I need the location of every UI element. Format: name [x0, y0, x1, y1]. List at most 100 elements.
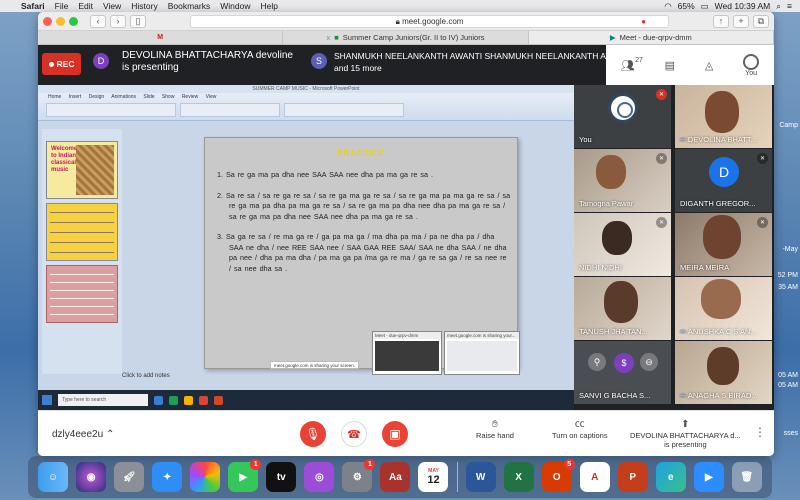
shared-screen: SUMMER CAMP MUSIC - Microsoft PowerPoint… — [38, 85, 574, 410]
menu-history[interactable]: History — [126, 1, 162, 11]
apple-tv-icon[interactable]: tv — [266, 462, 297, 492]
tab-gmail[interactable]: M — [38, 31, 284, 44]
clock[interactable]: Wed 10:39 AM — [715, 1, 771, 11]
tab-summer-camp[interactable]: x ■ Summer Camp Juniors(Gr. II to IV) Ju… — [283, 31, 529, 44]
mic-toggle-button[interactable]: 🎙︎ — [300, 421, 326, 447]
thumb-line — [50, 290, 114, 291]
presenter-info: DEVOLINA BHATTACHARYA devoline is presen… — [122, 50, 293, 74]
battery-percent[interactable]: 65% — [678, 1, 695, 11]
participant-tile[interactable]: TANUSH JHA TAN... — [574, 277, 671, 340]
participant-tile[interactable]: Tamogna Pawar ✕ — [574, 149, 671, 212]
close-window-icon[interactable] — [43, 16, 52, 26]
slide-thumb-2[interactable] — [46, 203, 118, 261]
menu-help[interactable]: Help — [255, 1, 282, 11]
more-options-icon[interactable]: ⋮ — [754, 425, 766, 439]
raise-hand-button[interactable]: ✋︎ Raise hand — [476, 420, 514, 441]
slide-thumb-3[interactable] — [46, 265, 118, 323]
notes-pane[interactable]: Click to add notes — [122, 373, 170, 379]
podcasts-icon[interactable]: ◎ — [304, 462, 335, 492]
desktop-label: Camp — [779, 122, 798, 129]
edge-icon[interactable]: e — [655, 462, 686, 492]
participant-names: SHANMUKH NEELANKANTH AWANTI SHANMUKH NEE… — [334, 51, 621, 61]
menu-window[interactable]: Window — [215, 1, 255, 11]
participant-name: NIDHI NIDHI — [579, 263, 622, 272]
participant-video — [604, 281, 638, 323]
chat-button[interactable]: ▤ — [665, 59, 675, 72]
trash-icon[interactable]: 🗑︎ — [731, 462, 762, 492]
calendar-icon[interactable]: MAY 12 — [418, 462, 449, 492]
wifi-icon[interactable]: ◠ — [664, 1, 671, 12]
tab-close-icon[interactable]: x — [326, 33, 330, 42]
menu-app[interactable]: Safari — [16, 1, 50, 11]
presenter-status: is presenting — [122, 62, 179, 73]
address-bar[interactable]: 🔒︎ meet.google.com ● — [190, 14, 669, 28]
siri-icon[interactable]: ◉ — [76, 462, 107, 492]
leave-call-button[interactable]: ☎︎ — [341, 421, 367, 447]
control-center-icon[interactable]: ≡ — [787, 1, 792, 11]
chevron-up-icon: ⌃ — [105, 429, 115, 440]
tab-meet[interactable]: ▶ Meet - due-qrpv-dmm — [528, 31, 774, 44]
people-button[interactable]: 👥︎ 27 — [621, 57, 643, 72]
participant-tile[interactable]: ⚲ $ ⊖ SANVI G BACHA S... — [574, 341, 671, 404]
taskbar-app-icon[interactable] — [199, 395, 208, 405]
windows-start-icon[interactable] — [42, 395, 52, 405]
people-count: 27 — [635, 56, 643, 64]
system-preferences-icon[interactable]: ⚙ 1 — [342, 459, 376, 492]
self-view[interactable]: You — [743, 53, 760, 77]
facetime-icon[interactable]: ▶ 1 — [228, 459, 262, 492]
new-tab-icon[interactable]: + — [733, 14, 749, 28]
meeting-code[interactable]: dzly4eee2u ⌃ — [52, 429, 114, 440]
sidebar-icon[interactable]: ▯ — [130, 14, 146, 28]
menu-bookmarks[interactable]: Bookmarks — [163, 1, 216, 11]
participant-tile[interactable]: ••• ANAGHA S BIRAD... — [675, 341, 772, 404]
minimize-window-icon[interactable] — [56, 16, 65, 26]
launchpad-icon[interactable]: 🚀︎ — [114, 462, 145, 492]
participant-tile[interactable]: MEIRA MEIRA ✕ — [675, 213, 772, 276]
activities-button[interactable]: ◬ — [705, 59, 713, 72]
word-icon[interactable]: W — [465, 462, 496, 492]
participant-tile[interactable]: NIDHI NIDHI ✕ — [574, 213, 671, 276]
office-icon[interactable]: O5 — [541, 459, 575, 492]
tab-overview-icon[interactable]: ⧉ — [753, 14, 769, 28]
acrobat-icon[interactable]: A — [579, 462, 610, 492]
search-icon[interactable]: ⌕ — [776, 1, 781, 12]
taskbar-app-icon[interactable] — [154, 395, 163, 405]
powerpoint-icon[interactable]: P — [617, 462, 648, 492]
camera-toggle-button[interactable]: ▣ — [382, 421, 408, 447]
taskbar-app-icon[interactable] — [184, 395, 193, 405]
participant-tile-self[interactable]: You ✕ — [574, 85, 671, 148]
excel-icon[interactable]: X — [503, 462, 534, 492]
photos-icon[interactable] — [190, 462, 221, 492]
participant-tile[interactable]: ••• ANUSHKA C S AN... — [675, 277, 772, 340]
meet-icon: ▶ — [609, 33, 616, 42]
taskbar-search[interactable]: Type here to search — [58, 394, 148, 406]
finder-icon[interactable]: ☺ — [38, 462, 69, 492]
taskbar-app-icon[interactable] — [214, 395, 223, 405]
menu-view[interactable]: View — [98, 1, 126, 11]
meet-preview-window: meet.google.com is sharing your... — [444, 331, 520, 375]
zoom-window-icon[interactable] — [69, 16, 78, 26]
safari-icon[interactable]: ✦ — [152, 462, 183, 492]
dictionary-icon[interactable]: Aa — [380, 462, 411, 492]
participant-tile[interactable]: ••• DEVOLINA BHATT... — [675, 85, 772, 148]
participant-tile[interactable]: D DIGANTH GREGOR... ✕ — [675, 149, 772, 212]
ribbon-group — [46, 103, 176, 117]
battery-icon[interactable]: ▭ — [701, 1, 709, 12]
meet-top-bar: REC D DEVOLINA BHATTACHARYA devoline is … — [38, 45, 774, 85]
self-avatar — [743, 53, 760, 70]
menu-edit[interactable]: Edit — [73, 1, 98, 11]
share-icon[interactable]: ↑ — [713, 14, 729, 28]
self-label: You — [745, 69, 757, 77]
forward-button[interactable]: › — [110, 14, 126, 28]
menu-file[interactable]: File — [50, 1, 74, 11]
captions-button[interactable]: ㏄ Turn on captions — [552, 420, 608, 441]
pin-icon[interactable]: ⚲ — [588, 353, 606, 371]
presenting-button[interactable]: ⬆ DEVOLINA BHATTACHARYA d... is presenti… — [630, 420, 741, 450]
slide-thumb-1[interactable]: Welcome to Indian classical music — [46, 141, 118, 199]
mic-in-use-icon[interactable]: ● — [641, 16, 646, 28]
remove-icon[interactable]: ⊖ — [640, 353, 658, 371]
slide-thumbnails: Welcome to Indian classical music — [42, 129, 122, 374]
zoom-icon[interactable]: ▶ — [693, 462, 724, 492]
taskbar-app-icon[interactable] — [169, 395, 178, 405]
back-button[interactable]: ‹ — [90, 14, 106, 28]
